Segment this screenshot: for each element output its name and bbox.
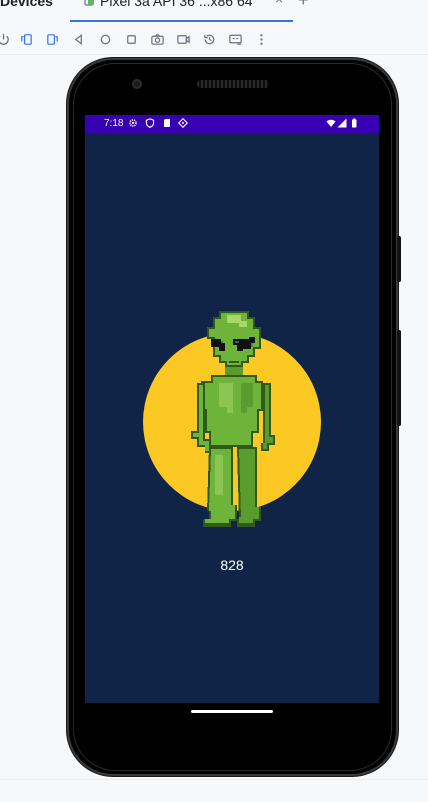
tab-device[interactable]: Pixel 3a API 36 ...x86 64 ×	[70, 0, 293, 22]
volume-side-button	[397, 330, 401, 426]
active-tab-indicator	[70, 20, 293, 22]
screenshot-icon[interactable]	[148, 30, 166, 48]
rotate-left-icon[interactable]	[17, 30, 35, 48]
snapshot-icon[interactable]	[200, 30, 218, 48]
sd-card-icon	[162, 118, 172, 128]
android-studio-running-devices: Devices Pixel 3a API 36 ...x86 64 × +	[0, 0, 428, 802]
cell-signal-icon	[337, 118, 347, 128]
score-counter: 828	[220, 557, 244, 573]
settings-gear-icon	[128, 118, 138, 128]
more-icon[interactable]	[252, 30, 270, 48]
power-side-button	[397, 236, 401, 282]
battery-icon	[349, 118, 359, 128]
tool-window-title: Devices	[0, 0, 53, 9]
tab-device-label: Pixel 3a API 36 ...x86 64	[100, 0, 253, 9]
phone-device-icon	[84, 0, 94, 6]
screen-record-icon[interactable]	[174, 30, 192, 48]
earpiece-speaker	[197, 80, 269, 88]
sync-diamond-icon	[177, 117, 189, 129]
panel-bottom-divider	[0, 779, 428, 780]
front-camera	[132, 79, 142, 89]
home-icon[interactable]	[96, 30, 114, 48]
device-tab-bar: Devices Pixel 3a API 36 ...x86 64 × +	[0, 0, 428, 22]
close-icon[interactable]: ×	[275, 0, 283, 7]
power-icon[interactable]	[0, 30, 12, 48]
extended-controls-icon[interactable]	[226, 30, 244, 48]
device-screen[interactable]: 7:18 828	[85, 115, 379, 703]
shield-icon	[145, 118, 155, 128]
home-gesture-bar[interactable]	[191, 710, 273, 713]
status-time: 7:18	[104, 118, 124, 129]
rotate-right-icon[interactable]	[43, 30, 61, 48]
wifi-icon	[326, 118, 336, 128]
back-icon[interactable]	[69, 30, 87, 48]
add-device-icon[interactable]: +	[298, 0, 309, 11]
android-status-bar: 7:18	[85, 115, 379, 133]
overview-icon[interactable]	[122, 30, 140, 48]
emulator-toolbar	[0, 24, 428, 55]
alien-character[interactable]	[189, 305, 279, 531]
